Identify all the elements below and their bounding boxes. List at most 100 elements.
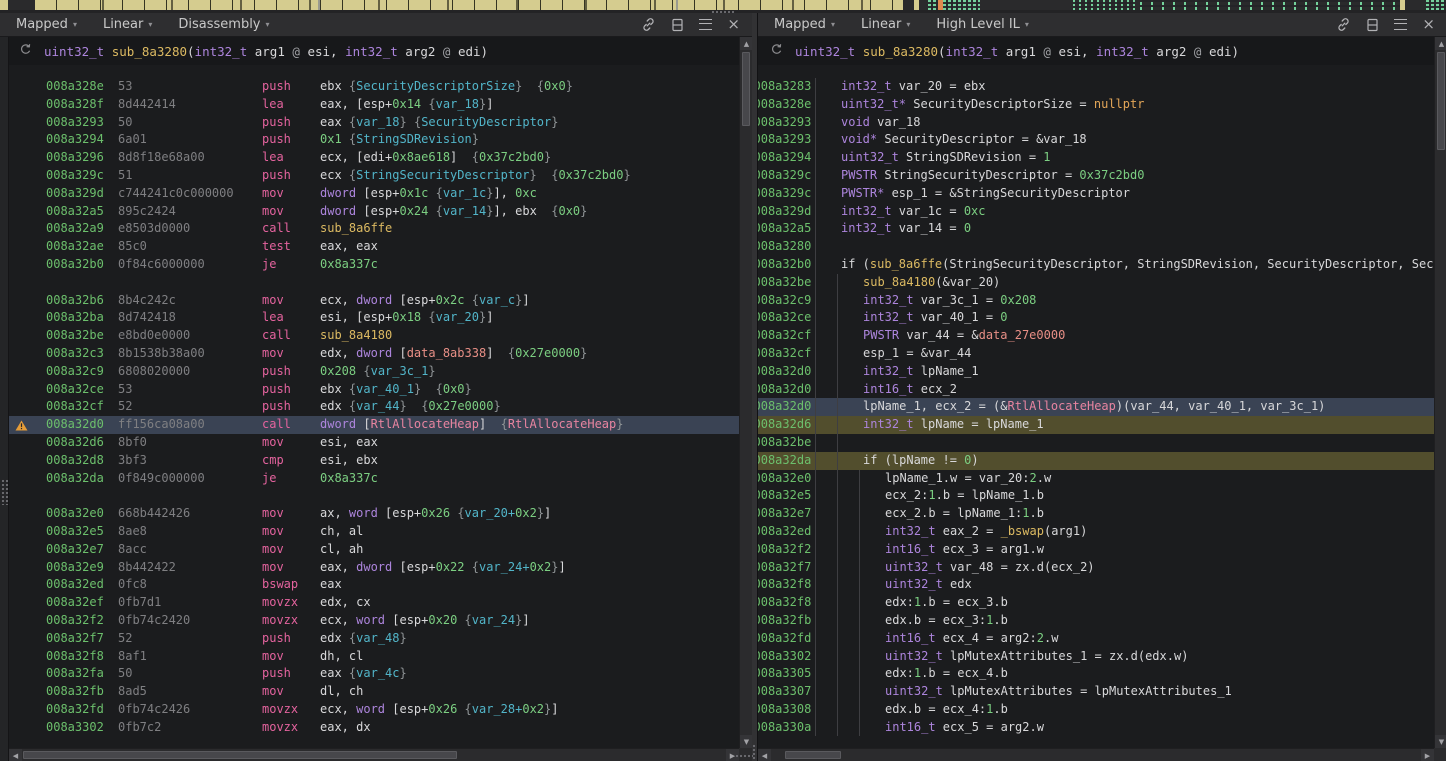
asm-row[interactable]: 008a328e53pushebx {SecurityDescriptorSiz… (9, 78, 739, 96)
asm-row[interactable]: 008a32b00f84c6000000je0x8a337c (9, 256, 739, 274)
scroll-down-icon[interactable]: ▼ (740, 735, 752, 748)
hlil-row[interactable]: 008a328euint32_t* SecurityDescriptorSize… (758, 96, 1434, 114)
asm-row[interactable]: 008a32e58ae8movch, al (9, 523, 739, 541)
asm-row[interactable]: 008a32d68bf0movesi, eax (9, 434, 739, 452)
scrollbar-thumb[interactable] (742, 52, 750, 126)
split-sync-icon[interactable] (1366, 18, 1379, 32)
hlil-row[interactable]: 008a32f7uint32_t var_48 = zx.d(ecx_2) (758, 559, 1434, 577)
horizontal-scrollbar[interactable]: ◀ ▶ (9, 748, 739, 761)
asm-row[interactable]: 008a32d0ff156ca08a00calldword [RtlAlloca… (9, 416, 739, 434)
hlil-row[interactable]: 008a32cfesp_1 = &var_44 (758, 345, 1434, 363)
scroll-right-icon[interactable]: ▶ (1421, 749, 1434, 761)
asm-row[interactable]: 008a328f8d442414leaeax, [esp+0x14 {var_1… (9, 96, 739, 114)
asm-row[interactable]: 008a32e78accmovcl, ah (9, 541, 739, 559)
asm-row[interactable]: 008a32ce53pushebx {var_40_1} {0x0} (9, 381, 739, 399)
asm-row[interactable]: 008a32c96808020000push0x208 {var_3c_1} (9, 363, 739, 381)
hlil-row[interactable]: 008a32c9int32_t var_3c_1 = 0x208 (758, 292, 1434, 310)
scrollbar-thumb[interactable] (23, 751, 457, 759)
scrollbar-thumb[interactable] (1437, 52, 1445, 150)
split-sync-icon[interactable] (671, 18, 684, 32)
asm-row[interactable]: 008a32fd0fb74c2426movzxecx, word [esp+0x… (9, 701, 739, 719)
asm-row[interactable]: 008a32946a01push0x1 {StringSDRevision} (9, 131, 739, 149)
asm-row[interactable]: 008a329c51pushecx {StringSecurityDescrip… (9, 167, 739, 185)
hlil-row[interactable]: 008a329dint32_t var_1c = 0xc (758, 203, 1434, 221)
asm-row[interactable]: 008a32f20fb74c2420movzxecx, word [esp+0x… (9, 612, 739, 630)
sidebar-splitter[interactable] (0, 37, 9, 761)
il-level-selector[interactable]: High Level IL▾ (936, 17, 1029, 32)
hlil-row[interactable]: 008a3293void* SecurityDescriptor = &var_… (758, 131, 1434, 149)
asm-blank-row[interactable] (9, 487, 739, 505)
hlil-row[interactable]: 008a330aint16_t ecx_5 = arg2.w (758, 719, 1434, 737)
function-header[interactable]: uint32_t sub_8a3280(int32_t arg1 @ esi, … (9, 37, 739, 65)
asm-row[interactable]: 008a32fa50pusheax {var_4c} (9, 665, 739, 683)
asm-row[interactable]: 008a32b68b4c242cmovecx, dword [esp+0x2c … (9, 292, 739, 310)
asm-blank-row[interactable] (9, 274, 739, 292)
asm-row[interactable]: 008a32ba8d742418leaesi, [esp+0x18 {var_2… (9, 309, 739, 327)
hlil-row[interactable]: 008a3302uint32_t lpMutexAttributes_1 = z… (758, 648, 1434, 666)
asm-row[interactable]: 008a32d83bf3cmpesi, ebx (9, 452, 739, 470)
feature-map[interactable] (0, 0, 1446, 10)
hlil-row[interactable]: 008a32besub_8a4180(&var_20) (758, 274, 1434, 292)
scroll-down-icon[interactable]: ▼ (1435, 735, 1446, 748)
vertical-scrollbar[interactable]: ▲ ▼ (739, 37, 752, 748)
hlil-row[interactable]: 008a32f2int16_t ecx_3 = arg1.w (758, 541, 1434, 559)
il-level-selector[interactable]: Disassembly▾ (178, 17, 269, 32)
vertical-scrollbar[interactable]: ▲ ▼ (1434, 37, 1446, 748)
scroll-left-icon[interactable]: ◀ (758, 749, 771, 761)
view-mode-selector[interactable]: Mapped▾ (774, 17, 835, 32)
asm-row[interactable]: 008a32f752pushedx {var_48} (9, 630, 739, 648)
asm-row[interactable]: 008a329350pusheax {var_18} {SecurityDesc… (9, 114, 739, 132)
hlil-row[interactable]: 008a3294uint32_t StringSDRevision = 1 (758, 149, 1434, 167)
layout-selector[interactable]: Linear▾ (103, 17, 152, 32)
link-icon[interactable] (641, 17, 656, 32)
asm-row[interactable]: 008a32ef0fb7d1movzxedx, cx (9, 594, 739, 612)
hlil-row[interactable]: 008a32a5int32_t var_14 = 0 (758, 220, 1434, 238)
hlil-row[interactable]: 008a32d6int32_t lpName = lpName_1 (758, 416, 1434, 434)
hlil-row[interactable]: 008a32d0int32_t lpName_1 (758, 363, 1434, 381)
hlil-row[interactable]: 008a32e5ecx_2:1.b = lpName_1.b (758, 487, 1434, 505)
scroll-up-icon[interactable]: ▲ (1435, 37, 1446, 50)
close-icon[interactable]: × (1422, 17, 1435, 32)
scroll-left-icon[interactable]: ◀ (9, 749, 22, 761)
hlil-row[interactable]: 008a32daif (lpName != 0) (758, 452, 1434, 470)
asm-row[interactable]: 008a32f88af1movdh, cl (9, 648, 739, 666)
scroll-up-icon[interactable]: ▲ (740, 37, 752, 50)
asm-row[interactable]: 008a32a9e8503d0000callsub_8a6ffe (9, 220, 739, 238)
scrollbar-thumb[interactable] (785, 751, 841, 759)
hlil-blank-row[interactable]: 008a3280 (758, 238, 1434, 256)
asm-row[interactable]: 008a329dc744241c0c000000movdword [esp+0x… (9, 185, 739, 203)
hlil-row[interactable]: 008a3305edx:1.b = ecx_4.b (758, 665, 1434, 683)
hlil-row[interactable]: 008a32fdint16_t ecx_4 = arg2:2.w (758, 630, 1434, 648)
asm-row[interactable]: 008a32ed0fc8bswapeax (9, 576, 739, 594)
hlil-row[interactable]: 008a32d0lpName_1, ecx_2 = (&RtlAllocateH… (758, 398, 1434, 416)
asm-row[interactable]: 008a32968d8f18e68a00leaecx, [edi+0x8ae61… (9, 149, 739, 167)
horizontal-scrollbar[interactable]: ◀ ▶ (758, 748, 1434, 761)
menu-icon[interactable] (1394, 19, 1407, 30)
asm-row[interactable]: 008a32fb8ad5movdl, ch (9, 683, 739, 701)
hlil-row[interactable]: 008a32b0if (sub_8a6ffe(StringSecurityDes… (758, 256, 1434, 274)
hlil-row[interactable]: 008a329cPWSTR* esp_1 = &StringSecurityDe… (758, 185, 1434, 203)
asm-row[interactable]: 008a32bee8bd0e0000callsub_8a4180 (9, 327, 739, 345)
asm-row[interactable]: 008a32a5895c2424movdword [esp+0x24 {var_… (9, 203, 739, 221)
hlil-row[interactable]: 008a329cPWSTR StringSecurityDescriptor =… (758, 167, 1434, 185)
hlil-row[interactable]: 008a3307uint32_t lpMutexAttributes = lpM… (758, 683, 1434, 701)
hlil-row[interactable]: 008a32ceint32_t var_40_1 = 0 (758, 309, 1434, 327)
hlil-row[interactable]: 008a32f8edx:1.b = ecx_3.b (758, 594, 1434, 612)
hlil-row[interactable]: 008a32edint32_t eax_2 = _bswap(arg1) (758, 523, 1434, 541)
hlil-blank-row[interactable]: 008a32be (758, 434, 1434, 452)
hlil-row[interactable]: 008a3293void var_18 (758, 114, 1434, 132)
asm-row[interactable]: 008a32e0668b442426movax, word [esp+0x26 … (9, 505, 739, 523)
hlil-row[interactable]: 008a32f8uint32_t edx (758, 576, 1434, 594)
hlil-row[interactable]: 008a32d0int16_t ecx_2 (758, 381, 1434, 399)
hlil-row[interactable]: 008a3283int32_t var_20 = ebx (758, 78, 1434, 96)
hlil-row[interactable]: 008a3308edx.b = ecx_4:1.b (758, 701, 1434, 719)
asm-row[interactable]: 008a32cf52pushedx {var_44} {0x27e0000} (9, 398, 739, 416)
hlil-row[interactable]: 008a32fbedx.b = ecx_3:1.b (758, 612, 1434, 630)
asm-row[interactable]: 008a32e98b442422moveax, dword [esp+0x22 … (9, 559, 739, 577)
hlil-row[interactable]: 008a32e0lpName_1.w = var_20:2.w (758, 470, 1434, 488)
menu-icon[interactable] (699, 19, 712, 30)
asm-row[interactable]: 008a32da0f849c000000je0x8a337c (9, 470, 739, 488)
asm-row[interactable]: 008a33020fb7c2movzxeax, dx (9, 719, 739, 737)
link-icon[interactable] (1336, 17, 1351, 32)
layout-selector[interactable]: Linear▾ (861, 17, 910, 32)
